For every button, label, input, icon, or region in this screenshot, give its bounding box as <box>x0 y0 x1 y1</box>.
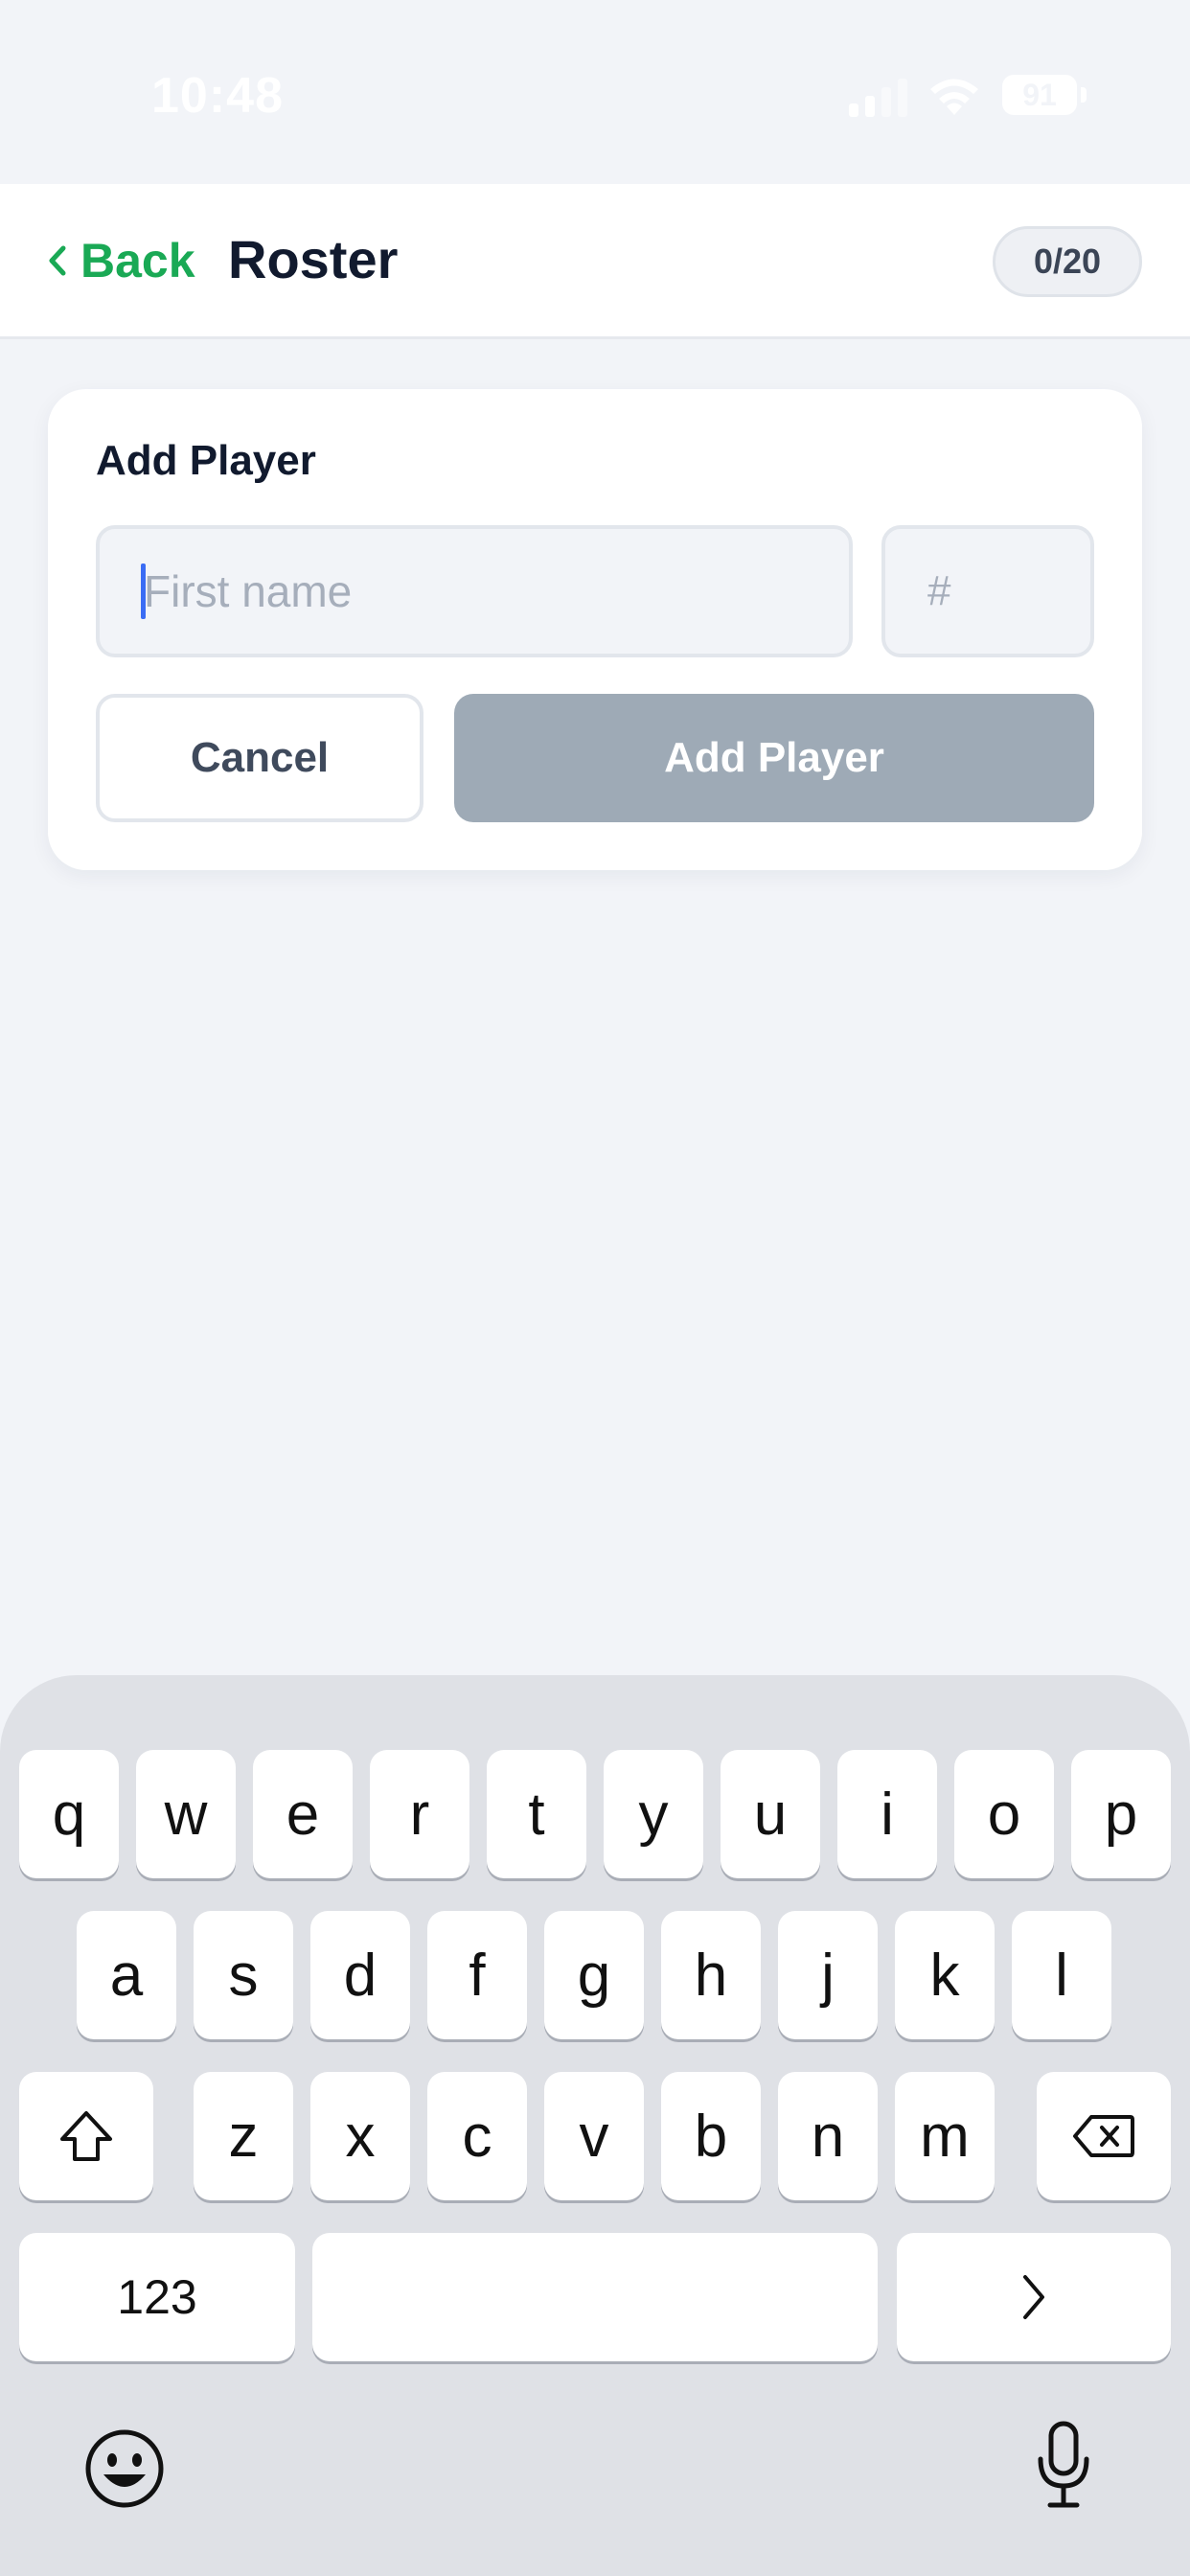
text-cursor <box>141 564 146 619</box>
key-o[interactable]: o <box>954 1750 1054 1878</box>
key-z[interactable]: z <box>194 2072 293 2200</box>
key-k[interactable]: k <box>895 1911 995 2039</box>
key-u[interactable]: u <box>721 1750 820 1878</box>
key-d[interactable]: d <box>310 1911 410 2039</box>
key-w[interactable]: w <box>136 1750 236 1878</box>
back-button[interactable]: Back <box>48 232 195 289</box>
chevron-left-icon <box>49 245 66 276</box>
shift-icon <box>60 2111 112 2161</box>
status-time: 10:48 <box>151 68 284 124</box>
page-title: Roster <box>228 229 399 289</box>
key-l[interactable]: l <box>1012 1911 1111 2039</box>
key-j[interactable]: j <box>778 1911 878 2039</box>
keyboard: q w e r t y u i o p a s d f g h j k l z … <box>0 1675 1190 2576</box>
roster-count-badge: 0/20 <box>993 226 1142 297</box>
status-bar: 10:48 91 <box>0 0 1190 184</box>
first-name-input[interactable] <box>96 525 853 657</box>
key-m[interactable]: m <box>895 2072 995 2200</box>
battery-icon: 91 <box>1002 75 1087 115</box>
key-n[interactable]: n <box>778 2072 878 2200</box>
next-icon <box>1023 2275 1044 2319</box>
next-key[interactable] <box>897 2233 1171 2361</box>
add-player-card: Add Player Cancel Add Player <box>48 389 1142 870</box>
signal-icon <box>849 79 907 117</box>
delete-key[interactable] <box>1037 2072 1171 2200</box>
jersey-number-input[interactable] <box>881 525 1094 657</box>
key-e[interactable]: e <box>253 1750 353 1878</box>
key-q[interactable]: q <box>19 1750 119 1878</box>
key-v[interactable]: v <box>544 2072 644 2200</box>
delete-icon <box>1073 2115 1134 2157</box>
shift-key[interactable] <box>19 2072 153 2200</box>
key-x[interactable]: x <box>310 2072 410 2200</box>
key-b[interactable]: b <box>661 2072 761 2200</box>
key-i[interactable]: i <box>837 1750 937 1878</box>
key-c[interactable]: c <box>427 2072 527 2200</box>
cancel-button[interactable]: Cancel <box>96 694 423 822</box>
card-title: Add Player <box>96 437 316 484</box>
emoji-icon[interactable] <box>84 2428 165 2509</box>
wifi-icon <box>930 79 978 115</box>
space-key[interactable] <box>312 2233 878 2361</box>
nav-header: Back Roster 0/20 <box>0 184 1190 339</box>
numbers-key[interactable]: 123 <box>19 2233 295 2361</box>
key-y[interactable]: y <box>604 1750 703 1878</box>
key-t[interactable]: t <box>487 1750 586 1878</box>
key-s[interactable]: s <box>194 1911 293 2039</box>
back-label: Back <box>80 234 195 288</box>
add-player-button[interactable]: Add Player <box>454 694 1094 822</box>
key-r[interactable]: r <box>370 1750 469 1878</box>
key-g[interactable]: g <box>544 1911 644 2039</box>
key-a[interactable]: a <box>77 1911 176 2039</box>
key-h[interactable]: h <box>661 1911 761 2039</box>
key-p[interactable]: p <box>1071 1750 1171 1878</box>
key-f[interactable]: f <box>427 1911 527 2039</box>
microphone-icon[interactable] <box>1035 2421 1092 2509</box>
